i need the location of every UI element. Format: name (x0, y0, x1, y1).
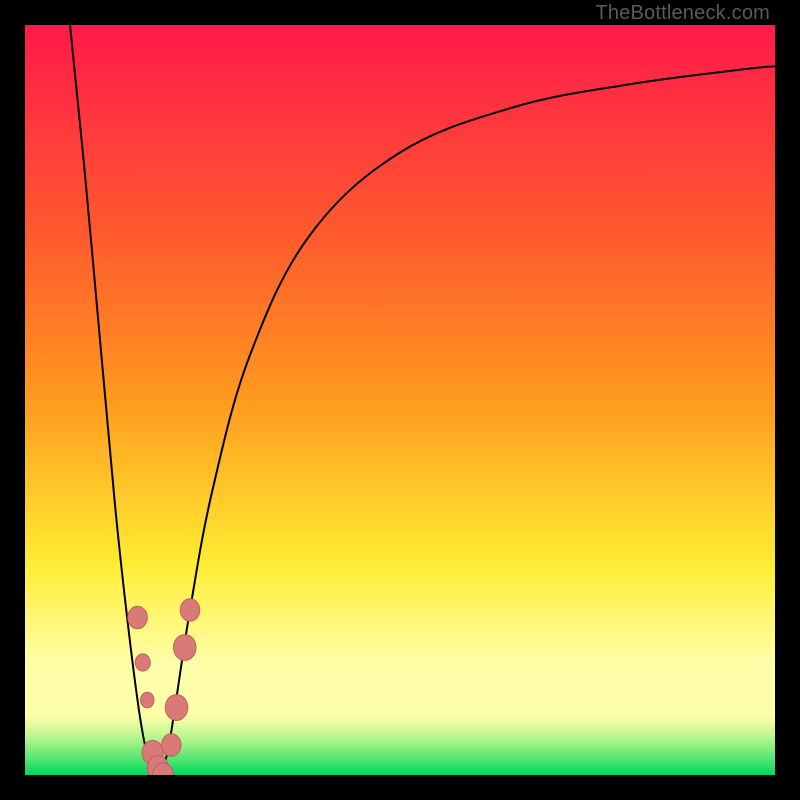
data-marker (128, 606, 148, 628)
curve-right-branch (160, 66, 775, 775)
data-marker (135, 654, 150, 671)
plot-frame (25, 25, 775, 775)
data-marker (174, 635, 197, 661)
data-marker (162, 734, 182, 756)
data-marker (165, 695, 188, 721)
data-marker (180, 599, 200, 621)
watermark-text: TheBottleneck.com (595, 2, 770, 25)
data-marker (141, 692, 155, 708)
chart-canvas (25, 25, 775, 775)
